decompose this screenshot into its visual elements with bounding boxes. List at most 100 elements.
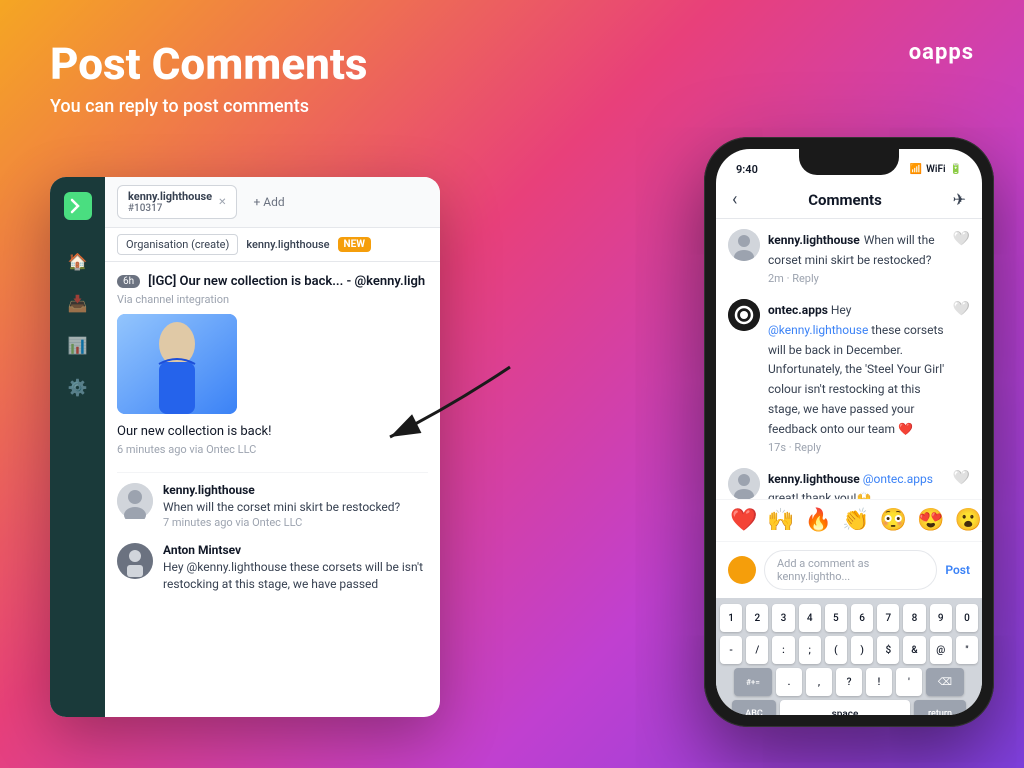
user-tag: kenny.lighthouse bbox=[246, 238, 329, 251]
emoji-hands[interactable]: 🙌 bbox=[767, 508, 794, 533]
comment-row: kenny.lighthouse When will the corset mi… bbox=[117, 483, 428, 529]
message-header: 6h [IGC] Our new collection is back... -… bbox=[117, 274, 428, 289]
message-area: 6h [IGC] Our new collection is back... -… bbox=[105, 262, 440, 672]
time-badge: 6h bbox=[117, 275, 140, 288]
avatar bbox=[117, 483, 153, 519]
message-body: Our new collection is back! bbox=[117, 424, 428, 439]
key-period[interactable]: . bbox=[776, 668, 802, 696]
reply-link-2[interactable]: Reply bbox=[794, 441, 821, 454]
page-title: Post Comments bbox=[50, 40, 974, 88]
keyboard-row-3: #+= . , ? ! ' ⌫ bbox=[720, 668, 978, 696]
phone-comment-author-2: ontec.apps bbox=[768, 303, 831, 317]
sidebar-settings-icon[interactable]: ⚙️ bbox=[67, 376, 89, 398]
active-tab[interactable]: kenny.lighthouse #10317 ✕ bbox=[117, 185, 237, 219]
back-button[interactable]: ‹ bbox=[732, 189, 737, 210]
phone-comment-1: kenny.lighthouse When will the corset mi… bbox=[728, 229, 970, 285]
sidebar-chart-icon[interactable]: 📊 bbox=[67, 334, 89, 356]
phone-notch bbox=[799, 149, 899, 175]
emoji-heart[interactable]: ❤️ bbox=[730, 508, 757, 533]
comment-content: Anton Mintsev Hey @kenny.lighthouse thes… bbox=[163, 543, 428, 593]
key-2[interactable]: 2 bbox=[746, 604, 768, 632]
key-colon[interactable]: : bbox=[772, 636, 794, 664]
key-9[interactable]: 9 bbox=[930, 604, 952, 632]
key-4[interactable]: 4 bbox=[799, 604, 821, 632]
key-abc[interactable]: ABC bbox=[732, 700, 776, 715]
heart-icon-2[interactable]: 🤍 bbox=[953, 299, 970, 454]
emoji-clap[interactable]: 👏 bbox=[842, 508, 869, 533]
phone-comment-content-2: ontec.apps Hey @kenny.lighthouse these c… bbox=[768, 299, 945, 454]
status-time: 9:40 bbox=[736, 163, 758, 176]
desktop-main: kenny.lighthouse #10317 ✕ + Add Organisa… bbox=[105, 177, 440, 717]
key-space[interactable]: space bbox=[780, 700, 910, 715]
tab-bar: kenny.lighthouse #10317 ✕ + Add bbox=[105, 177, 440, 228]
org-tag[interactable]: Organisation (create) bbox=[117, 234, 238, 255]
key-symbols[interactable]: #+= bbox=[734, 668, 772, 696]
key-exclaim[interactable]: ! bbox=[866, 668, 892, 696]
tab-user-name: kenny.lighthouse #10317 bbox=[128, 190, 212, 214]
key-slash[interactable]: / bbox=[746, 636, 768, 664]
key-at[interactable]: @ bbox=[930, 636, 952, 664]
desktop-panel: 🏠 📥 📊 ⚙️ kenny.lighthouse #10317 ✕ bbox=[50, 177, 440, 717]
key-return[interactable]: return bbox=[914, 700, 966, 715]
key-8[interactable]: 8 bbox=[903, 604, 925, 632]
phone-comment-2: ontec.apps Hey @kenny.lighthouse these c… bbox=[728, 299, 970, 454]
comment-row: Anton Mintsev Hey @kenny.lighthouse thes… bbox=[117, 543, 428, 593]
wifi-icon: WiFi bbox=[926, 164, 945, 175]
key-0[interactable]: 0 bbox=[956, 604, 978, 632]
phone-comment-text-2: Hey @kenny.lighthouse these corsets will… bbox=[768, 303, 944, 436]
key-dollar[interactable]: $ bbox=[877, 636, 899, 664]
phone-comment-author-1: kenny.lighthouse bbox=[768, 233, 860, 247]
key-5[interactable]: 5 bbox=[825, 604, 847, 632]
key-lparen[interactable]: ( bbox=[825, 636, 847, 664]
sidebar-home-icon[interactable]: 🏠 bbox=[67, 250, 89, 272]
key-6[interactable]: 6 bbox=[851, 604, 873, 632]
key-comma[interactable]: , bbox=[806, 668, 832, 696]
keyboard: 1 2 3 4 5 6 7 8 9 0 - bbox=[716, 598, 982, 715]
key-3[interactable]: 3 bbox=[772, 604, 794, 632]
heart-icon-3[interactable]: 🤍 bbox=[953, 468, 970, 500]
message-title: [IGC] Our new collection is back... - @k… bbox=[148, 274, 425, 289]
phone-avatar-2 bbox=[728, 299, 760, 331]
input-avatar bbox=[728, 556, 756, 584]
key-quote[interactable]: " bbox=[956, 636, 978, 664]
key-rparen[interactable]: ) bbox=[851, 636, 873, 664]
page-container: oapps Post Comments You can reply to pos… bbox=[0, 0, 1024, 768]
signal-icon: 📶 bbox=[910, 164, 922, 175]
emoji-heart-eyes[interactable]: 😍 bbox=[917, 508, 944, 533]
key-7[interactable]: 7 bbox=[877, 604, 899, 632]
nav-title: Comments bbox=[808, 191, 882, 209]
sidebar-inbox-icon[interactable]: 📥 bbox=[67, 292, 89, 314]
key-1[interactable]: 1 bbox=[720, 604, 742, 632]
heart-icon-1[interactable]: 🤍 bbox=[953, 229, 970, 285]
phone-comments: kenny.lighthouse When will the corset mi… bbox=[716, 219, 982, 499]
key-amp[interactable]: & bbox=[903, 636, 925, 664]
key-apostrophe[interactable]: ' bbox=[896, 668, 922, 696]
tab-close-icon[interactable]: ✕ bbox=[218, 197, 226, 208]
nav-action-icon[interactable]: ✈ bbox=[953, 190, 966, 209]
page-subtitle: You can reply to post comments bbox=[50, 96, 974, 117]
comment-content: kenny.lighthouse When will the corset mi… bbox=[163, 483, 428, 529]
phone-comment-meta-2: 17s · Reply bbox=[768, 441, 945, 454]
emoji-fire[interactable]: 🔥 bbox=[805, 508, 832, 533]
emoji-wow[interactable]: 😮 bbox=[954, 508, 981, 533]
comment-time-2: 17s bbox=[768, 441, 786, 454]
phone-comment-3: kenny.lighthouse @ontec.apps great! than… bbox=[728, 468, 970, 500]
brand-logo: oapps bbox=[909, 40, 974, 65]
keyboard-row-1: 1 2 3 4 5 6 7 8 9 0 bbox=[720, 604, 978, 632]
phone-nav: ‹ Comments ✈ bbox=[716, 181, 982, 219]
comment-author: Anton Mintsev bbox=[163, 543, 428, 557]
comment-input[interactable]: Add a comment as kenny.lightho... bbox=[764, 550, 937, 590]
key-question[interactable]: ? bbox=[836, 668, 862, 696]
key-semicolon[interactable]: ; bbox=[799, 636, 821, 664]
tag-bar: Organisation (create) kenny.lighthouse N… bbox=[105, 228, 440, 262]
key-minus[interactable]: - bbox=[720, 636, 742, 664]
key-backspace[interactable]: ⌫ bbox=[926, 668, 964, 696]
post-button[interactable]: Post bbox=[945, 563, 970, 577]
emoji-surprised[interactable]: 😳 bbox=[880, 508, 907, 533]
battery-icon: 🔋 bbox=[950, 164, 962, 175]
tab-add-button[interactable]: + Add bbox=[245, 191, 292, 213]
comment-meta: 7 minutes ago via Ontec LLC bbox=[163, 516, 428, 529]
phone-comment-content-3: kenny.lighthouse @ontec.apps great! than… bbox=[768, 468, 945, 500]
reply-link[interactable]: Reply bbox=[792, 272, 819, 285]
phone-avatar-3 bbox=[728, 468, 760, 500]
